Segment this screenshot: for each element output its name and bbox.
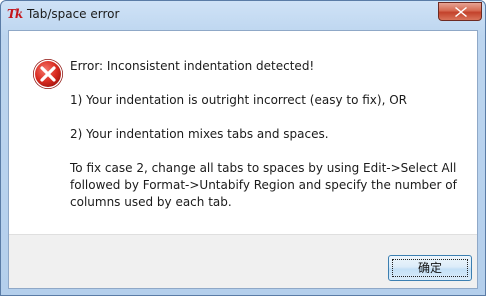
dialog-window: Tk Tab/space error Error: Inconsistent i… <box>0 0 486 296</box>
fix-line-1: To fix case 2, change all tabs to spaces… <box>70 161 457 175</box>
title-bar[interactable]: Tk Tab/space error <box>1 1 485 29</box>
button-bar: 确定 <box>9 234 477 288</box>
error-message-case-2: 2) Your indentation mixes tabs and space… <box>70 127 329 141</box>
close-button[interactable] <box>438 2 482 21</box>
tk-app-icon: Tk <box>7 7 23 21</box>
fix-line-3: columns used by each tab. <box>70 195 232 209</box>
ok-button[interactable]: 确定 <box>388 255 472 281</box>
window-title: Tab/space error <box>27 7 120 21</box>
ok-button-label: 确定 <box>417 261 442 275</box>
error-message-case-1: 1) Your indentation is outright incorrec… <box>70 93 408 107</box>
message-area: Error: Inconsistent indentation detected… <box>9 31 477 234</box>
fix-line-2: followed by Format->Untabify Region and … <box>70 178 457 192</box>
error-message-heading: Error: Inconsistent indentation detected… <box>70 59 315 73</box>
error-message-fix-instructions: To fix case 2, change all tabs to spaces… <box>70 160 457 211</box>
dialog-client-area: Error: Inconsistent indentation detected… <box>8 30 478 289</box>
close-icon <box>455 7 467 17</box>
error-icon <box>33 59 63 89</box>
